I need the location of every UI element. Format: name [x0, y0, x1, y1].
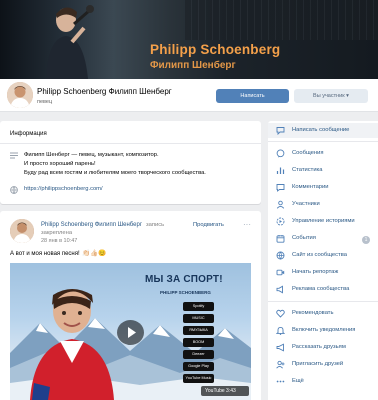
sidebar-item-label: Начать репортаж — [292, 269, 339, 275]
community-status: певец — [37, 99, 53, 105]
sidebar-item-stats[interactable]: Статистика — [268, 163, 378, 178]
post-date[interactable]: 28 янв в 10:47 — [41, 238, 77, 244]
sidebar-item-more[interactable]: Ещё — [268, 374, 378, 389]
sidebar-item-comments[interactable]: Комментарии — [268, 180, 378, 195]
events-icon — [276, 235, 285, 243]
sidebar-item-messages[interactable]: Сообщения — [268, 146, 378, 161]
sidebar-item-label: Реклама сообщества — [292, 286, 350, 292]
sidebar-item-label: Сайт из сообщества — [292, 252, 347, 258]
sidebar-item-label: Статистика — [292, 167, 323, 173]
sidebar-item-label: Участники — [292, 201, 320, 207]
info-description-line: И просто хороший парень! — [24, 161, 96, 167]
message-icon — [276, 127, 285, 135]
sidebar-item-recommend[interactable]: Рекомендовать — [268, 306, 378, 321]
invite-icon — [276, 360, 285, 369]
ads-icon — [276, 285, 283, 294]
cover-piano-keys — [185, 0, 378, 40]
promote-post-button[interactable]: Продвигать — [193, 222, 224, 228]
sidebar-item-label: Пригласить друзей — [292, 361, 344, 367]
store-badge-boom: BOOM — [183, 338, 214, 347]
video-title: МЫ ЗА СПОРТ! — [145, 274, 223, 285]
stories-icon — [276, 217, 285, 226]
post-emoji: 👏🏻👍🏻😊 — [82, 250, 107, 257]
post-author-name[interactable]: Philipp Schoenberg Филипп Шенберг — [41, 222, 142, 228]
sidebar-item-label: События — [292, 235, 316, 241]
more-icon — [276, 380, 285, 383]
avatar-photo — [7, 82, 33, 108]
sidebar-item-tell-friends[interactable]: Рассказать друзьям — [268, 340, 378, 355]
sidebar-item-label: Включить уведомления — [292, 327, 356, 333]
avatar-photo — [10, 219, 34, 243]
play-button[interactable] — [117, 320, 144, 345]
member-dropdown-button[interactable]: Вы участник ▾ — [294, 89, 368, 103]
divider — [0, 143, 261, 144]
sidebar-item-stories[interactable]: Управление историями — [268, 214, 378, 229]
store-badge-google-play: Google Play — [183, 362, 214, 371]
info-title: Информация — [10, 131, 47, 137]
sidebar-item-label: Ещё — [292, 378, 304, 384]
cover-subtitle: Филипп Шенберг — [150, 60, 236, 71]
events-count-badge: 1 — [362, 236, 370, 244]
post-text: А вот и моя новая песня! — [10, 251, 80, 257]
globe-icon — [10, 186, 18, 194]
cover-title: Philipp Schoenberg — [150, 42, 281, 57]
video-artist: PHILIPP SCHOENBERG — [160, 290, 211, 295]
sidebar-item-members[interactable]: Участники — [268, 197, 378, 212]
messages-icon — [276, 149, 285, 158]
sidebar-item-invite-friends[interactable]: Пригласить друзей — [268, 357, 378, 372]
sidebar-item-label: Рекомендовать — [292, 310, 334, 316]
video-person-figure — [30, 289, 114, 400]
play-icon — [128, 327, 136, 338]
store-badge-youtube-music: YouTube Music — [183, 374, 214, 383]
store-badge-deezer: Deezer — [183, 350, 214, 359]
comments-icon — [276, 184, 285, 192]
sidebar-item-broadcast[interactable]: Начать репортаж — [268, 265, 378, 280]
write-message-button[interactable]: Написать — [216, 89, 289, 103]
sidebar-item-label: Рассказать друзьям — [292, 344, 346, 350]
megaphone-icon — [276, 343, 284, 352]
cover-singer-figure — [46, 5, 94, 79]
sidebar-item-site[interactable]: Сайт из сообщества — [268, 248, 378, 263]
post-more-icon[interactable]: ··· — [243, 220, 251, 229]
community-name: Philipp Schoenberg Филипп Шенберг — [37, 87, 172, 96]
divider — [268, 301, 378, 302]
sidebar-item-ads[interactable]: Реклама сообщества — [268, 282, 378, 297]
store-badge-apple-music: MUSIC — [183, 314, 214, 323]
sidebar-item-label: Сообщения — [292, 150, 324, 156]
broadcast-icon — [276, 269, 285, 276]
bell-icon — [276, 326, 285, 335]
recommend-icon — [276, 309, 285, 318]
sidebar-item-label: Комментарии — [292, 184, 329, 190]
divider — [268, 141, 378, 142]
cover-image: Philipp Schoenberg Филипп Шенберг — [0, 0, 378, 79]
info-description-line: Филипп Шенберг — певец, музыкант, композ… — [24, 152, 159, 158]
sidebar-item-label: Управление историями — [292, 218, 355, 224]
stats-icon — [276, 167, 285, 174]
video-duration-badge: YouTube 3:43 — [201, 386, 249, 396]
sidebar-item-notifications[interactable]: Включить уведомления — [268, 323, 378, 338]
sidebar-item-label: Написать сообщение — [292, 127, 350, 133]
sidebar-item-write-message[interactable]: Написать сообщение — [268, 123, 378, 138]
info-description-line: Буду рад всем гостям и любителям моего т… — [24, 170, 206, 176]
description-icon — [10, 152, 18, 159]
post-pinned-label: закреплена — [41, 230, 73, 236]
website-link[interactable]: https://philippschoenberg.com/ — [24, 186, 103, 192]
community-avatar[interactable] — [7, 82, 33, 108]
site-icon — [276, 251, 285, 260]
members-icon — [276, 200, 285, 209]
post-author-avatar[interactable] — [10, 219, 34, 243]
post-pinned-label: запись — [146, 222, 165, 228]
store-badge-yandex-music: ЯМУЗЫКА — [183, 326, 214, 335]
store-badge-spotify: Spotify — [183, 302, 214, 311]
